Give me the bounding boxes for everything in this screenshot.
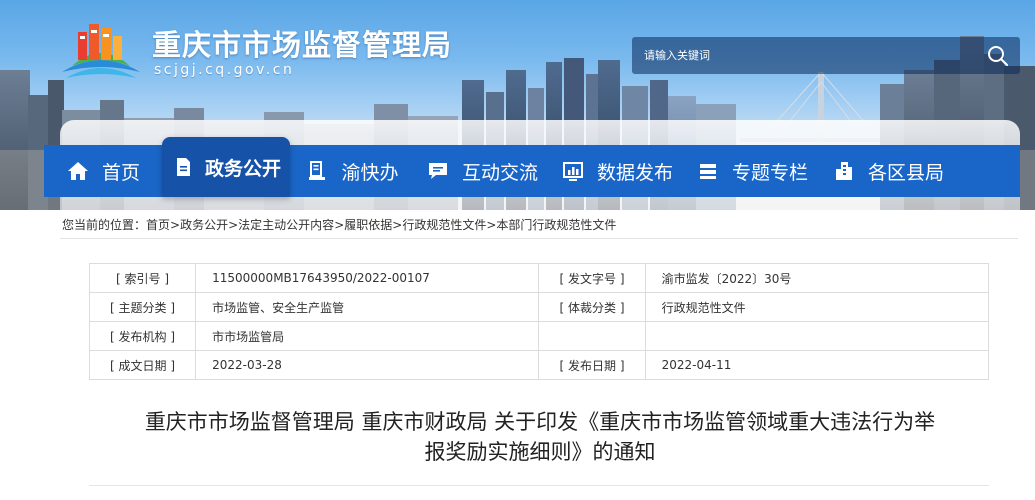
document-icon bbox=[176, 158, 190, 176]
document-title-line: 重庆市市场监督管理局 重庆市财政局 关于印发《重庆市市场监管领域重大违法行为举 bbox=[144, 410, 936, 434]
nav-item-special-topics[interactable]: 专题专栏 bbox=[684, 145, 820, 197]
meta-label-index: [ 索引号 ] bbox=[88, 263, 197, 293]
breadcrumb-separator: > bbox=[228, 218, 239, 232]
search-box bbox=[632, 37, 1020, 74]
home-icon bbox=[67, 162, 88, 180]
nav-item-interaction[interactable]: 互动交流 bbox=[414, 145, 550, 197]
meta-value-issuer: 市市场监管局 bbox=[195, 321, 540, 351]
document-title-line: 报奖励实施细则》的通知 bbox=[424, 440, 656, 464]
meta-value-topic: 市场监管、安全生产监管 bbox=[195, 292, 540, 322]
chat-icon bbox=[428, 163, 447, 179]
nav-item-label: 数据发布 bbox=[596, 161, 673, 184]
table-row: [ 主题分类 ] 市场监管、安全生产监管 [ 体裁分类 ] 行政规范性文件 bbox=[88, 292, 990, 322]
nav-item-label: 首页 bbox=[101, 161, 140, 184]
search-icon[interactable] bbox=[986, 44, 1010, 68]
meta-label-issuer: [ 发布机构 ] bbox=[88, 321, 197, 351]
breadcrumb-separator: > bbox=[170, 218, 181, 232]
nav-item-label: 政务公开 bbox=[204, 157, 281, 180]
meta-label-genre: [ 体裁分类 ] bbox=[538, 292, 646, 322]
nav-item-label: 渝快办 bbox=[341, 161, 399, 184]
city-emblem-icon bbox=[62, 24, 140, 78]
nav-item-label: 各区县局 bbox=[867, 161, 944, 184]
table-row: [ 索引号 ] 11500000MB17643950/2022-00107 [ … bbox=[88, 263, 990, 293]
breadcrumb-separator: > bbox=[334, 218, 345, 232]
breadcrumb: 您当前的位置：首页>政务公开>法定主动公开内容>履职依据>行政规范性文件>本部门… bbox=[62, 216, 616, 233]
nav-item-government-affairs[interactable]: 政务公开 bbox=[162, 137, 290, 197]
meta-label-doc-no: [ 发文字号 ] bbox=[538, 263, 646, 293]
meta-empty-cell bbox=[644, 321, 990, 351]
meta-empty-cell bbox=[538, 321, 646, 351]
chart-icon bbox=[562, 162, 583, 181]
meta-value-index: 11500000MB17643950/2022-00107 bbox=[195, 263, 540, 293]
breadcrumb-item-statutory-disclosure[interactable]: 法定主动公开内容 bbox=[238, 218, 334, 232]
stack-icon bbox=[699, 164, 716, 179]
breadcrumb-item-normative-documents[interactable]: 行政规范性文件 bbox=[402, 218, 486, 232]
table-row: [ 成文日期 ] 2022-03-28 [ 发布日期 ] 2022-04-11 bbox=[88, 350, 990, 380]
meta-value-genre: 行政规范性文件 bbox=[644, 292, 990, 322]
breadcrumb-prefix: 您当前的位置： bbox=[62, 218, 147, 232]
breadcrumb-divider bbox=[60, 238, 1018, 239]
meta-label-topic: [ 主题分类 ] bbox=[88, 292, 197, 322]
site-title[interactable]: 重庆市市场监督管理局 bbox=[152, 22, 452, 64]
meta-label-published: [ 发布日期 ] bbox=[538, 350, 646, 380]
main-nav: 首页 政务公开 渝快办 互动交流 数据发布 专题专栏 各区县局 bbox=[44, 137, 1020, 197]
breadcrumb-item-home[interactable]: 首页 bbox=[146, 218, 170, 232]
breadcrumb-separator: > bbox=[486, 218, 497, 232]
building-icon bbox=[835, 162, 852, 180]
meta-value-published: 2022-04-11 bbox=[644, 350, 990, 380]
nav-item-district-bureaus[interactable]: 各区县局 bbox=[820, 145, 956, 197]
table-row: [ 发布机构 ] 市市场监管局 bbox=[88, 321, 990, 351]
nav-item-home[interactable]: 首页 bbox=[44, 145, 162, 197]
breadcrumb-separator: > bbox=[392, 218, 403, 232]
breadcrumb-item-government-affairs[interactable]: 政务公开 bbox=[180, 218, 228, 232]
nav-item-yukuaiban[interactable]: 渝快办 bbox=[290, 145, 414, 197]
service-icon bbox=[309, 161, 326, 180]
search-input[interactable] bbox=[632, 37, 972, 74]
document-meta-table: [ 索引号 ] 11500000MB17643950/2022-00107 [ … bbox=[88, 263, 990, 380]
meta-label-created: [ 成文日期 ] bbox=[88, 350, 197, 380]
nav-item-label: 专题专栏 bbox=[731, 161, 808, 184]
title-divider bbox=[89, 485, 989, 486]
meta-value-created: 2022-03-28 bbox=[195, 350, 540, 380]
document-title: 重庆市市场监督管理局 重庆市财政局 关于印发《重庆市市场监管领域重大违法行为举 … bbox=[60, 407, 1020, 467]
breadcrumb-item-duty-basis[interactable]: 履职依据 bbox=[344, 218, 392, 232]
site-domain: scjgj.cq.gov.cn bbox=[154, 62, 295, 78]
nav-item-data-release[interactable]: 数据发布 bbox=[550, 145, 684, 197]
meta-value-doc-no: 渝市监发〔2022〕30号 bbox=[644, 263, 990, 293]
nav-item-label: 互动交流 bbox=[461, 161, 538, 184]
breadcrumb-item-department-documents[interactable]: 本部门行政规范性文件 bbox=[496, 218, 616, 232]
